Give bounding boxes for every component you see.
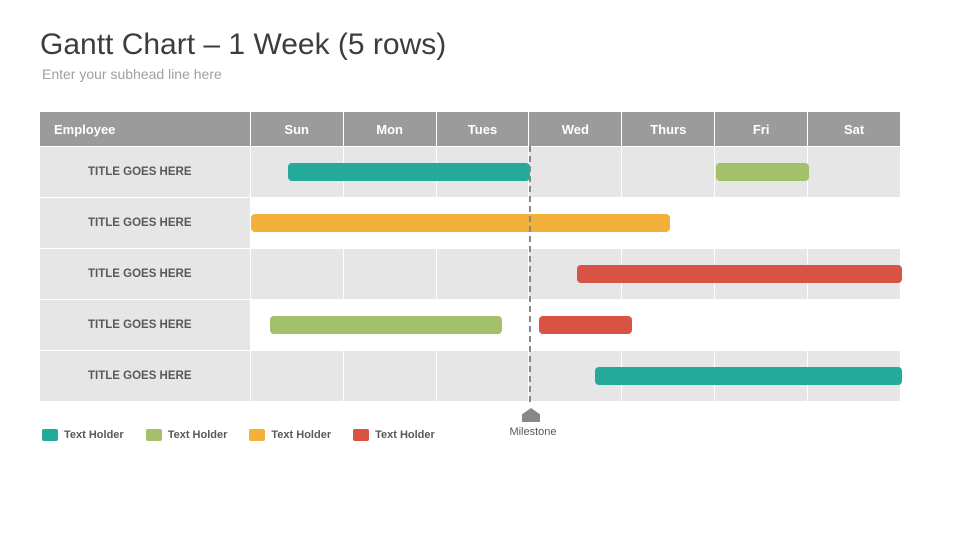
grid-cell [529,147,621,197]
header-employee: Employee [40,112,250,146]
grid-cell [715,249,807,299]
header-day-mon: Mon [344,112,436,146]
legend: Text Holder Text Holder Text Holder Text… [42,429,900,441]
grid-cell [529,198,621,248]
grid-cell [437,300,529,350]
grid-cell [344,147,436,197]
grid-cell [715,147,807,197]
milestone-marker: Milestone [529,146,531,402]
gantt-chart: Employee Sun Mon Tues Wed Thurs Fri Sat … [40,112,900,401]
row-label: TITLE GOES HERE [40,249,250,299]
page-title: Gantt Chart – 1 Week (5 rows) [40,28,900,62]
grid-cell [808,198,900,248]
grid-cell [715,351,807,401]
swatch-icon [146,429,162,441]
grid-cell [251,147,343,197]
grid-cell [251,351,343,401]
legend-label: Text Holder [64,429,124,441]
table-row: TITLE GOES HERE [40,198,900,248]
grid-cell [251,198,343,248]
grid-cell [808,351,900,401]
milestone-icon [522,408,540,422]
row-label: TITLE GOES HERE [40,351,250,401]
grid-cell [622,249,714,299]
grid-cell [529,300,621,350]
grid-cell [715,198,807,248]
grid-cell [251,249,343,299]
grid-cell [251,300,343,350]
header-day-fri: Fri [715,112,807,146]
grid-cell [437,198,529,248]
grid-cell [437,249,529,299]
header-day-thurs: Thurs [622,112,714,146]
swatch-icon [42,429,58,441]
grid-cell [715,300,807,350]
legend-label: Text Holder [168,429,228,441]
grid-cell [808,147,900,197]
header-day-sun: Sun [251,112,343,146]
grid-cell [622,351,714,401]
legend-label: Text Holder [375,429,435,441]
grid-cell [808,300,900,350]
row-label: TITLE GOES HERE [40,147,250,197]
grid-cell [622,300,714,350]
table-header-row: Employee Sun Mon Tues Wed Thurs Fri Sat [40,112,900,146]
grid-cell [622,147,714,197]
legend-label: Text Holder [271,429,331,441]
table-row: TITLE GOES HERE [40,147,900,197]
legend-item: Text Holder [353,429,435,441]
grid-cell [808,249,900,299]
swatch-icon [249,429,265,441]
grid-cell [344,351,436,401]
grid-cell [344,249,436,299]
header-day-wed: Wed [529,112,621,146]
grid-cell [437,351,529,401]
legend-item: Text Holder [249,429,331,441]
grid-cell [437,147,529,197]
legend-item: Text Holder [146,429,228,441]
grid-cell [344,300,436,350]
grid-cell [529,249,621,299]
grid-cell [529,351,621,401]
swatch-icon [353,429,369,441]
row-label: TITLE GOES HERE [40,198,250,248]
table-row: TITLE GOES HERE [40,300,900,350]
header-day-tues: Tues [437,112,529,146]
milestone-label: Milestone [503,426,563,438]
table-row: TITLE GOES HERE [40,249,900,299]
row-label: TITLE GOES HERE [40,300,250,350]
header-day-sat: Sat [808,112,900,146]
grid-cell [344,198,436,248]
page-subtitle: Enter your subhead line here [42,66,900,82]
slide: Gantt Chart – 1 Week (5 rows) Enter your… [0,0,960,540]
legend-item: Text Holder [42,429,124,441]
grid-cell [622,198,714,248]
table-row: TITLE GOES HERE [40,351,900,401]
